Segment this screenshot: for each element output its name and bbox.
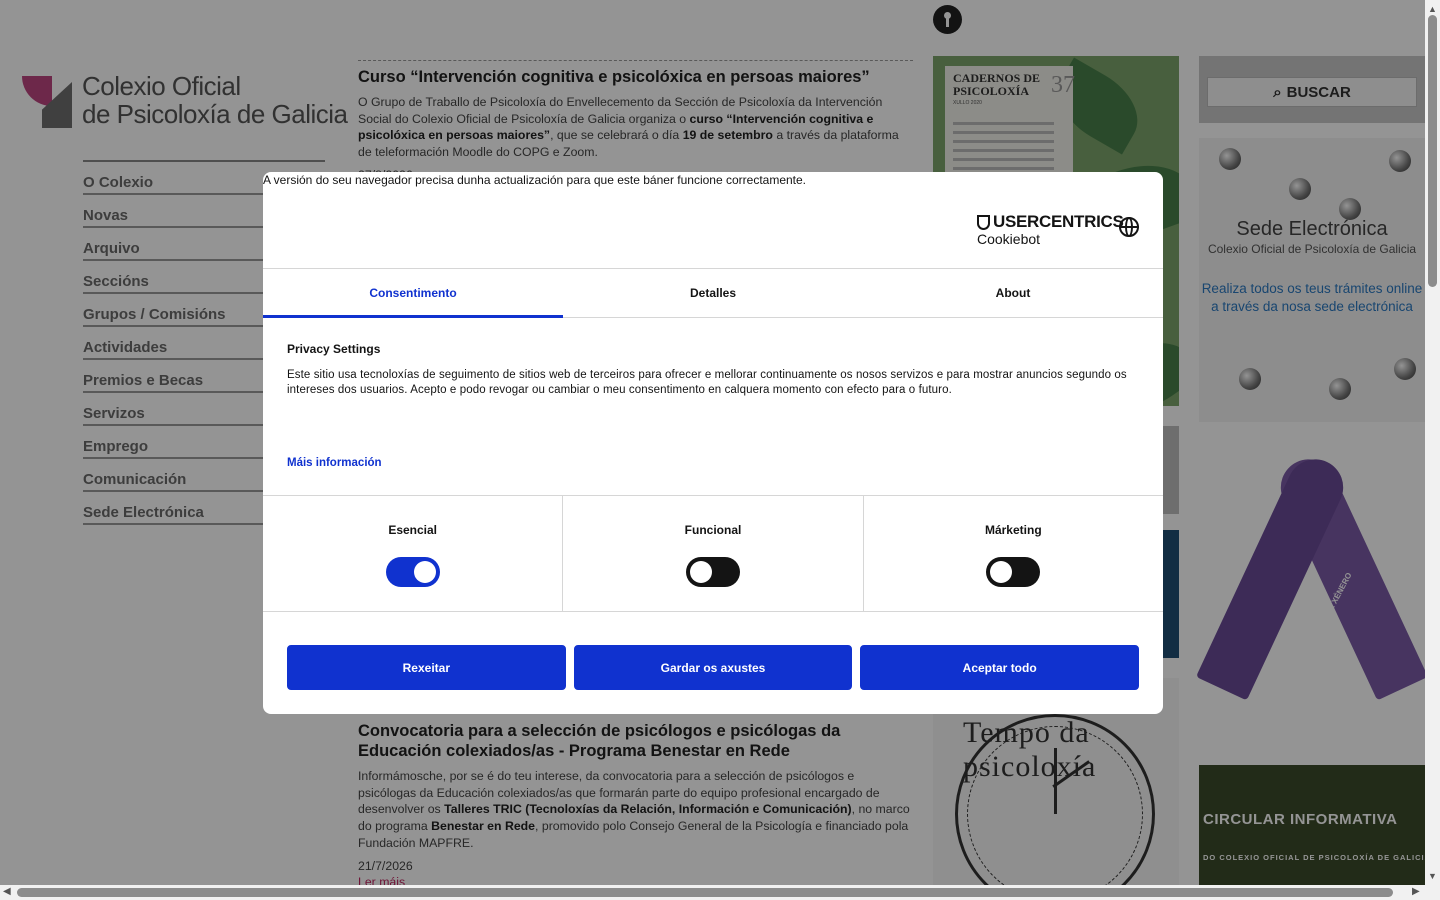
brand-name: USERCENTRICS bbox=[993, 212, 1124, 231]
toggle-funcional[interactable] bbox=[685, 557, 740, 587]
tab-consentimento[interactable]: Consentimento bbox=[263, 269, 563, 318]
scroll-up-icon[interactable]: ▲ bbox=[1428, 4, 1437, 14]
globe-icon[interactable] bbox=[1119, 217, 1139, 237]
consent-buttons: Rexeitar Gardar os axustes Aceptar todo bbox=[287, 645, 1140, 690]
tab-about[interactable]: About bbox=[863, 269, 1163, 317]
vertical-scroll-thumb[interactable] bbox=[1428, 15, 1437, 287]
more-info-link[interactable]: Máis información bbox=[287, 457, 382, 469]
accept-all-button[interactable]: Aceptar todo bbox=[860, 645, 1140, 690]
scroll-down-icon[interactable]: ▼ bbox=[1428, 871, 1437, 881]
save-settings-button[interactable]: Gardar os axustes bbox=[573, 645, 853, 690]
privacy-text: Este sitio usa tecnoloxías de seguimento… bbox=[287, 369, 1127, 396]
privacy-section: Privacy Settings Este sitio usa tecnolox… bbox=[287, 342, 1147, 397]
horizontal-scroll-thumb[interactable] bbox=[17, 888, 1393, 897]
category-label: Esencial bbox=[388, 523, 438, 537]
shield-icon bbox=[977, 214, 990, 230]
toggle-marketing[interactable] bbox=[986, 557, 1041, 587]
privacy-title: Privacy Settings bbox=[287, 342, 381, 356]
browser-update-notice: A versión do seu navegador precisa dunha… bbox=[263, 173, 807, 187]
toggle-esencial[interactable] bbox=[385, 557, 440, 587]
cookie-consent-dialog: USERCENTRICS Cookiebot Consentimento Det… bbox=[263, 172, 1163, 714]
category-label: Márketing bbox=[984, 523, 1042, 537]
scroll-left-icon[interactable]: ◀ bbox=[3, 886, 11, 897]
vertical-scrollbar[interactable]: ▲ ▼ bbox=[1425, 0, 1440, 885]
consent-tabs: Consentimento Detalles About bbox=[263, 269, 1163, 318]
category-funcional: Funcional bbox=[563, 496, 864, 611]
category-label: Funcional bbox=[684, 523, 742, 537]
category-esencial: Esencial bbox=[263, 496, 564, 611]
horizontal-scrollbar[interactable]: ◀ ▶ bbox=[0, 885, 1440, 900]
reject-button[interactable]: Rexeitar bbox=[287, 645, 566, 690]
tab-detalles[interactable]: Detalles bbox=[563, 269, 863, 317]
brand-subname: Cookiebot bbox=[977, 231, 1041, 247]
cookiebot-logo[interactable]: USERCENTRICS Cookiebot bbox=[977, 212, 1124, 247]
consent-categories: Esencial Funcional Márketing bbox=[263, 495, 1163, 612]
scroll-right-icon[interactable]: ▶ bbox=[1412, 886, 1420, 897]
category-marketing: Márketing bbox=[864, 496, 1163, 611]
